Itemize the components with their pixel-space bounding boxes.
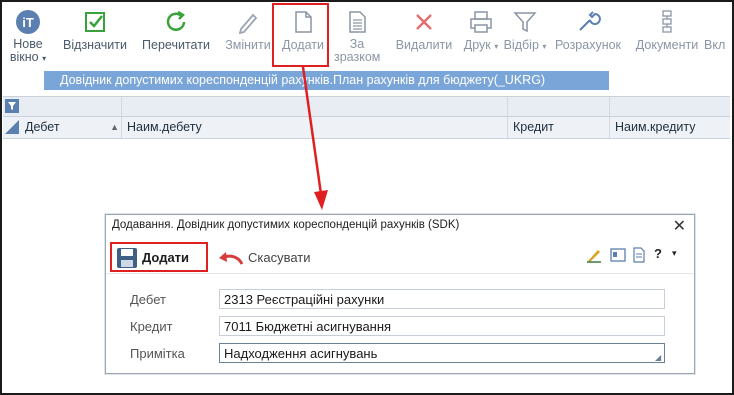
filter-cell[interactable] <box>507 97 609 116</box>
print-button[interactable]: Друк ▾ <box>460 4 502 68</box>
add-dialog: Додавання. Довідник допустимих кореспонд… <box>105 214 695 374</box>
refresh-icon <box>166 10 186 31</box>
column-header-label: Дебет <box>25 120 60 134</box>
filter-cell[interactable] <box>121 97 507 116</box>
incl-label: Вкл <box>704 38 726 52</box>
by-sample-label-2: зразком <box>334 50 381 64</box>
help-icon[interactable]: ? <box>654 246 662 261</box>
document-lines-icon <box>349 11 366 33</box>
id-card-icon[interactable] <box>610 248 626 262</box>
credit-label: Кредит <box>130 319 173 334</box>
document-icon[interactable] <box>632 247 646 263</box>
debit-label: Дебет <box>130 292 166 307</box>
pencil-icon <box>238 13 258 35</box>
debit-field[interactable] <box>219 289 665 309</box>
grid-filter-row[interactable] <box>3 96 730 117</box>
dialog-top-edge <box>105 210 693 211</box>
credit-row: Кредит <box>106 316 694 338</box>
dialog-cancel-label: Скасувати <box>248 250 311 265</box>
delete-button[interactable]: Видалити <box>390 4 458 68</box>
filter-cell[interactable] <box>20 97 121 116</box>
documents-button[interactable]: Документи <box>628 4 706 68</box>
close-icon[interactable]: ✕ <box>673 216 686 236</box>
incl-button[interactable]: Вкл <box>704 4 730 68</box>
select-all-corner-icon[interactable] <box>5 120 19 134</box>
funnel-icon <box>513 12 537 33</box>
note-row: Примітка ◢ <box>106 343 694 365</box>
edit-pen-icon[interactable] <box>586 247 602 263</box>
credit-field[interactable] <box>219 316 665 336</box>
dropdown-caret-icon: ▾ <box>494 42 499 51</box>
debit-row: Дебет <box>106 289 694 311</box>
by-sample-label-1: За <box>349 37 365 51</box>
calc-button[interactable]: Розрахунок <box>550 4 626 68</box>
column-header-credit[interactable]: Кредит <box>507 117 609 138</box>
new-window-icon: iT <box>16 10 40 34</box>
dialog-add-button[interactable]: Додати <box>110 242 208 272</box>
document-tab[interactable]: Довідник допустимих кореспонденцій рахун… <box>44 71 609 90</box>
modify-label: Змінити <box>225 38 271 52</box>
mark-button[interactable]: Відзначити <box>56 4 134 68</box>
dropdown-caret-icon: ▾ <box>42 54 47 63</box>
column-header-label: Кредит <box>513 120 554 134</box>
by-sample-button[interactable]: За зразком <box>334 4 380 68</box>
dialog-extra-tools: ? ▾ <box>586 246 686 267</box>
column-header-label: Наим.кредиту <box>615 120 696 134</box>
dialog-title: Додавання. Довідник допустимих кореспонд… <box>112 219 460 231</box>
filter-button[interactable]: Відбір ▾ <box>502 4 548 68</box>
calc-label: Розрахунок <box>554 38 622 52</box>
column-header-debit[interactable]: Дебет ▲ <box>20 117 121 138</box>
reread-button[interactable]: Перечитати <box>134 4 218 68</box>
new-window-label: Нове вікно <box>9 37 43 64</box>
main-toolbar: iT Нове вікно ▾ Відзначити Перечитати Зм… <box>4 4 730 68</box>
checkbox-icon <box>85 12 105 32</box>
dropdown-caret-icon[interactable]: ▾ <box>672 248 677 259</box>
note-label: Примітка <box>130 346 185 361</box>
documents-label: Документи <box>635 38 699 52</box>
mark-label: Відзначити <box>63 38 127 52</box>
documents-tree-icon <box>662 10 672 33</box>
dropdown-caret-icon: ▾ <box>542 42 547 51</box>
filter-label: Відбір <box>503 38 539 52</box>
reread-label: Перечитати <box>142 38 210 52</box>
printer-icon <box>470 11 492 33</box>
wrench-icon <box>579 11 601 31</box>
column-header-label: Наим.дебету <box>127 120 202 134</box>
delete-x-icon <box>416 14 432 30</box>
dialog-toolbar: Додати Скасувати ? ▾ <box>106 239 694 274</box>
svg-text:iT: iT <box>22 15 34 30</box>
column-header-debit-name[interactable]: Наим.дебету <box>121 117 507 138</box>
resize-grip-icon[interactable]: ◢ <box>655 353 661 362</box>
undo-arrow-icon <box>219 252 244 265</box>
print-label: Друк <box>463 38 491 52</box>
save-disk-icon <box>117 248 137 268</box>
column-header-credit-name[interactable]: Наим.кредиту <box>609 117 730 138</box>
filter-row-icon[interactable] <box>5 99 19 113</box>
modify-button[interactable]: Змінити <box>220 4 276 68</box>
delete-label: Видалити <box>395 38 453 52</box>
add-button-highlight <box>272 3 329 67</box>
filter-cell[interactable] <box>609 97 730 116</box>
sort-asc-icon: ▲ <box>110 122 119 132</box>
new-window-button[interactable]: iT Нове вікно ▾ <box>4 4 52 68</box>
grid-header: Дебет ▲ Наим.дебету Кредит Наим.кредиту <box>3 117 730 139</box>
dialog-add-label: Додати <box>142 250 190 265</box>
note-field[interactable] <box>219 343 665 363</box>
